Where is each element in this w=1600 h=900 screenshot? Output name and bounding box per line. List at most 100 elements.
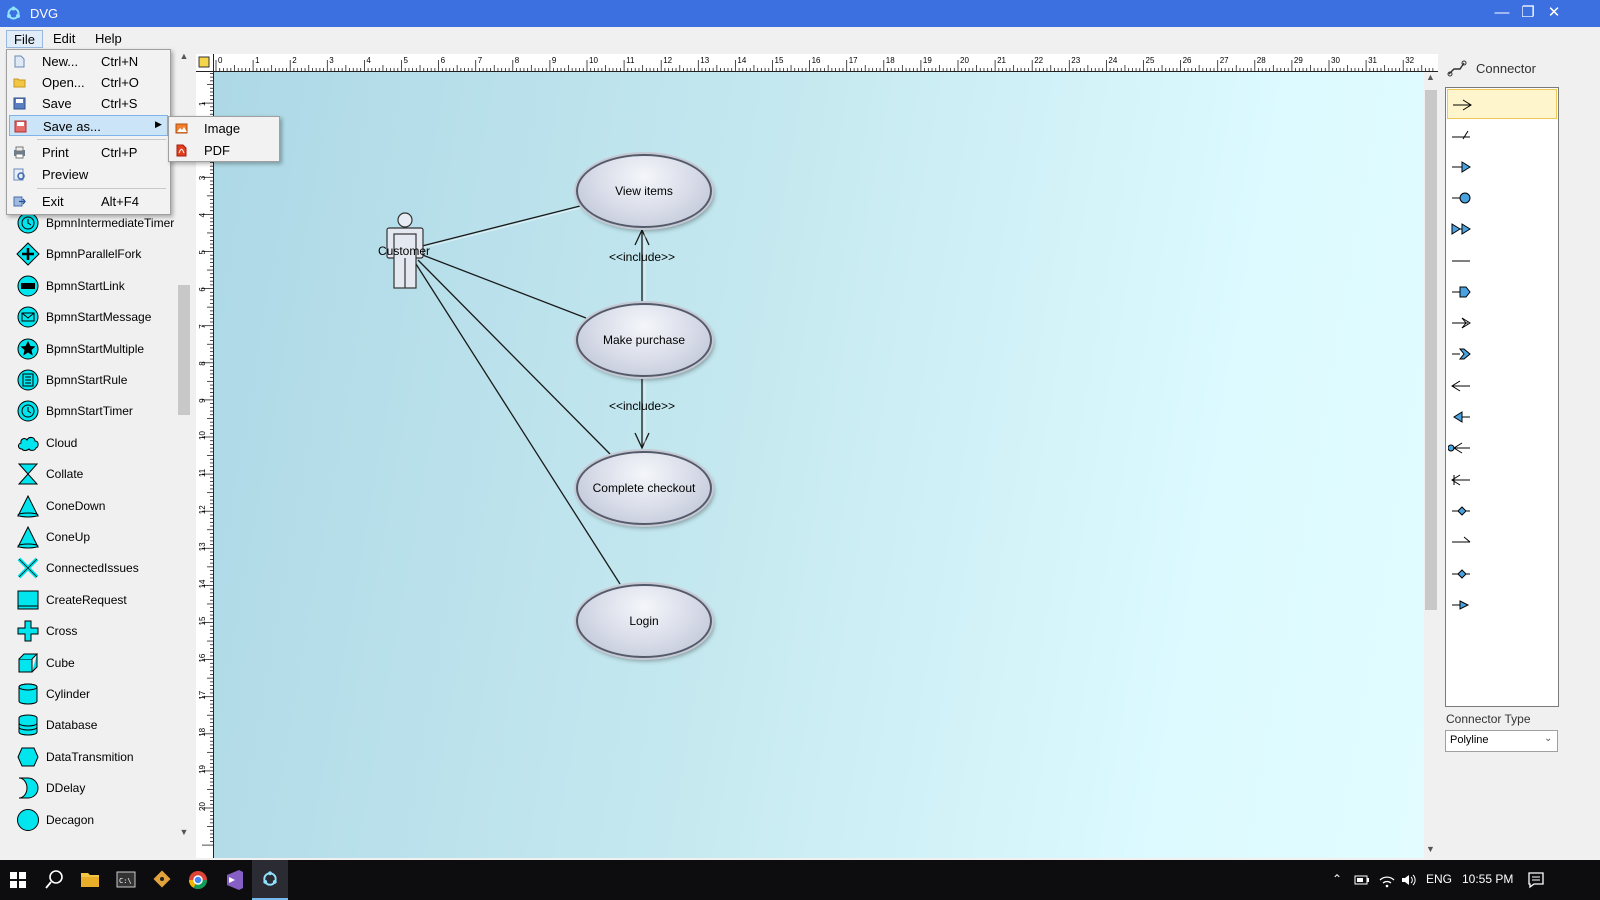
connector-panel-title: Connector: [1476, 61, 1536, 76]
shape-item[interactable]: BpmnStartMessage: [16, 303, 181, 331]
connector-style-item[interactable]: [1447, 120, 1557, 150]
diagram-canvas[interactable]: Customer View items Make purchase Comple…: [214, 72, 1424, 858]
connector-arrow-icon: [1452, 192, 1471, 204]
shape-item[interactable]: Database: [16, 711, 181, 739]
usecase-login[interactable]: Login: [576, 584, 712, 658]
cone-up-icon: [17, 525, 39, 549]
chevron-up-icon[interactable]: ⌃: [1332, 872, 1342, 886]
shape-item[interactable]: ConnectedIssues: [16, 554, 181, 582]
connector-style-item[interactable]: [1447, 89, 1557, 119]
search-icon[interactable]: [36, 860, 72, 900]
palette-scroll-thumb[interactable]: [178, 285, 190, 415]
shape-item[interactable]: Decagon: [16, 806, 181, 834]
shape-item[interactable]: BpmnStartMultiple: [16, 335, 181, 363]
cylinder-icon: [18, 683, 38, 705]
canvas-scrollbar[interactable]: ▲ ▼: [1424, 72, 1438, 858]
ruler-tick-label: 11: [198, 468, 207, 477]
connector-style-item[interactable]: [1447, 246, 1557, 276]
chrome-icon[interactable]: [180, 860, 216, 900]
menu-item-save[interactable]: Save Ctrl+S: [9, 93, 168, 114]
connector-style-item[interactable]: [1447, 559, 1557, 589]
app-icon: [7, 6, 20, 20]
connector-arrow-icon: [1452, 260, 1470, 261]
ruler-tick-label: 9: [198, 398, 207, 403]
scroll-down-icon[interactable]: ▼: [178, 827, 190, 837]
shape-item-label: BpmnStartTimer: [46, 404, 133, 419]
dvg-app-taskbar-icon[interactable]: [252, 860, 288, 900]
shape-item[interactable]: ConeDown: [16, 492, 181, 520]
menu-help[interactable]: Help: [88, 30, 129, 48]
visual-studio-icon[interactable]: [216, 860, 252, 900]
scroll-up-icon[interactable]: ▲: [178, 51, 190, 61]
shape-item[interactable]: BpmnStartLink: [16, 272, 181, 300]
shape-item[interactable]: BpmnParallelFork: [16, 240, 181, 268]
minimize-button[interactable]: —: [1491, 3, 1513, 23]
connector-style-item[interactable]: [1447, 433, 1557, 463]
shape-item[interactable]: Cross: [16, 617, 181, 645]
include-label: <<include>>: [609, 399, 676, 413]
menu-item-save-as[interactable]: Save as... ▶: [9, 115, 168, 136]
shape-item[interactable]: BpmnStartTimer: [16, 397, 181, 425]
language-indicator[interactable]: ENG: [1426, 872, 1452, 886]
connector-arrow-icon: [1451, 380, 1470, 392]
connector-style-item[interactable]: [1447, 214, 1557, 244]
shape-item[interactable]: Collate: [16, 460, 181, 488]
menu-item-new[interactable]: New... Ctrl+N: [9, 51, 168, 72]
shape-item-label: Collate: [46, 467, 84, 482]
connector-style-item[interactable]: [1447, 590, 1557, 620]
taskbar: C:\ ⌃ ENG 10:55 PM: [0, 860, 1600, 900]
usecase-view-items[interactable]: View items: [576, 154, 712, 228]
ruler-tick-label: 12: [198, 505, 207, 514]
notification-icon[interactable]: [1527, 871, 1545, 889]
connector-style-item[interactable]: [1447, 465, 1557, 495]
ruler-tick-label: 5: [404, 56, 409, 65]
shape-item[interactable]: BpmnStartRule: [16, 366, 181, 394]
close-button[interactable]: ✕: [1543, 3, 1565, 23]
usecase-make-purchase[interactable]: Make purchase: [576, 303, 712, 377]
scroll-down-icon[interactable]: ▼: [1426, 844, 1435, 854]
shape-item[interactable]: ConeUp: [16, 523, 181, 551]
maximize-button[interactable]: ❐: [1517, 3, 1539, 23]
shape-item[interactable]: DDelay: [16, 774, 181, 802]
create-request-icon: [17, 590, 39, 610]
shape-item-label: Cylinder: [46, 687, 91, 701]
palette-scrollbar[interactable]: ▲ ▼: [177, 49, 191, 860]
shape-item[interactable]: DataTransmition: [16, 743, 181, 771]
connector-style-item[interactable]: [1447, 308, 1557, 338]
menu-edit[interactable]: Edit: [46, 30, 82, 48]
scroll-up-icon[interactable]: ▲: [1426, 72, 1435, 82]
connector-style-item[interactable]: [1447, 371, 1557, 401]
usecase-complete-checkout[interactable]: Complete checkout: [576, 451, 712, 525]
clock[interactable]: 10:55 PM: [1462, 872, 1513, 886]
connector-style-item[interactable]: [1447, 527, 1557, 557]
menu-item-print[interactable]: Print Ctrl+P: [9, 142, 168, 163]
file-explorer-icon[interactable]: [72, 860, 108, 900]
menu-item-exit[interactable]: Exit Alt+F4: [9, 191, 168, 212]
menu-item-label: Print: [42, 145, 69, 160]
menu-item-pdf[interactable]: PDF: [171, 140, 277, 161]
battery-icon[interactable]: [1354, 873, 1370, 887]
connector-style-item[interactable]: [1447, 183, 1557, 213]
ruler-tick-label: 32: [1405, 56, 1414, 65]
shape-item[interactable]: Cylinder: [16, 680, 181, 708]
connector-style-item[interactable]: [1447, 277, 1557, 307]
connector-style-item[interactable]: [1447, 152, 1557, 182]
menu-item-open[interactable]: Open... Ctrl+O: [9, 72, 168, 93]
preview-icon: [13, 168, 25, 181]
connector-style-item[interactable]: [1447, 339, 1557, 369]
connector-style-item[interactable]: [1447, 402, 1557, 432]
connector-type-select[interactable]: Polyline ⌄: [1445, 730, 1558, 752]
menu-file[interactable]: File: [6, 30, 43, 48]
wifi-icon[interactable]: [1378, 872, 1396, 888]
connector-style-item[interactable]: [1447, 496, 1557, 526]
shape-item[interactable]: Cloud: [16, 429, 181, 457]
windows-start-icon[interactable]: [0, 860, 36, 900]
menu-item-preview[interactable]: Preview: [9, 164, 168, 185]
git-icon[interactable]: [144, 860, 180, 900]
menu-item-image[interactable]: Image: [171, 118, 277, 139]
volume-icon[interactable]: [1400, 872, 1418, 888]
shape-item[interactable]: CreateRequest: [16, 586, 181, 614]
terminal-icon[interactable]: C:\: [108, 860, 144, 900]
canvas-scroll-thumb[interactable]: [1425, 90, 1437, 610]
shape-item[interactable]: Cube: [16, 649, 181, 677]
